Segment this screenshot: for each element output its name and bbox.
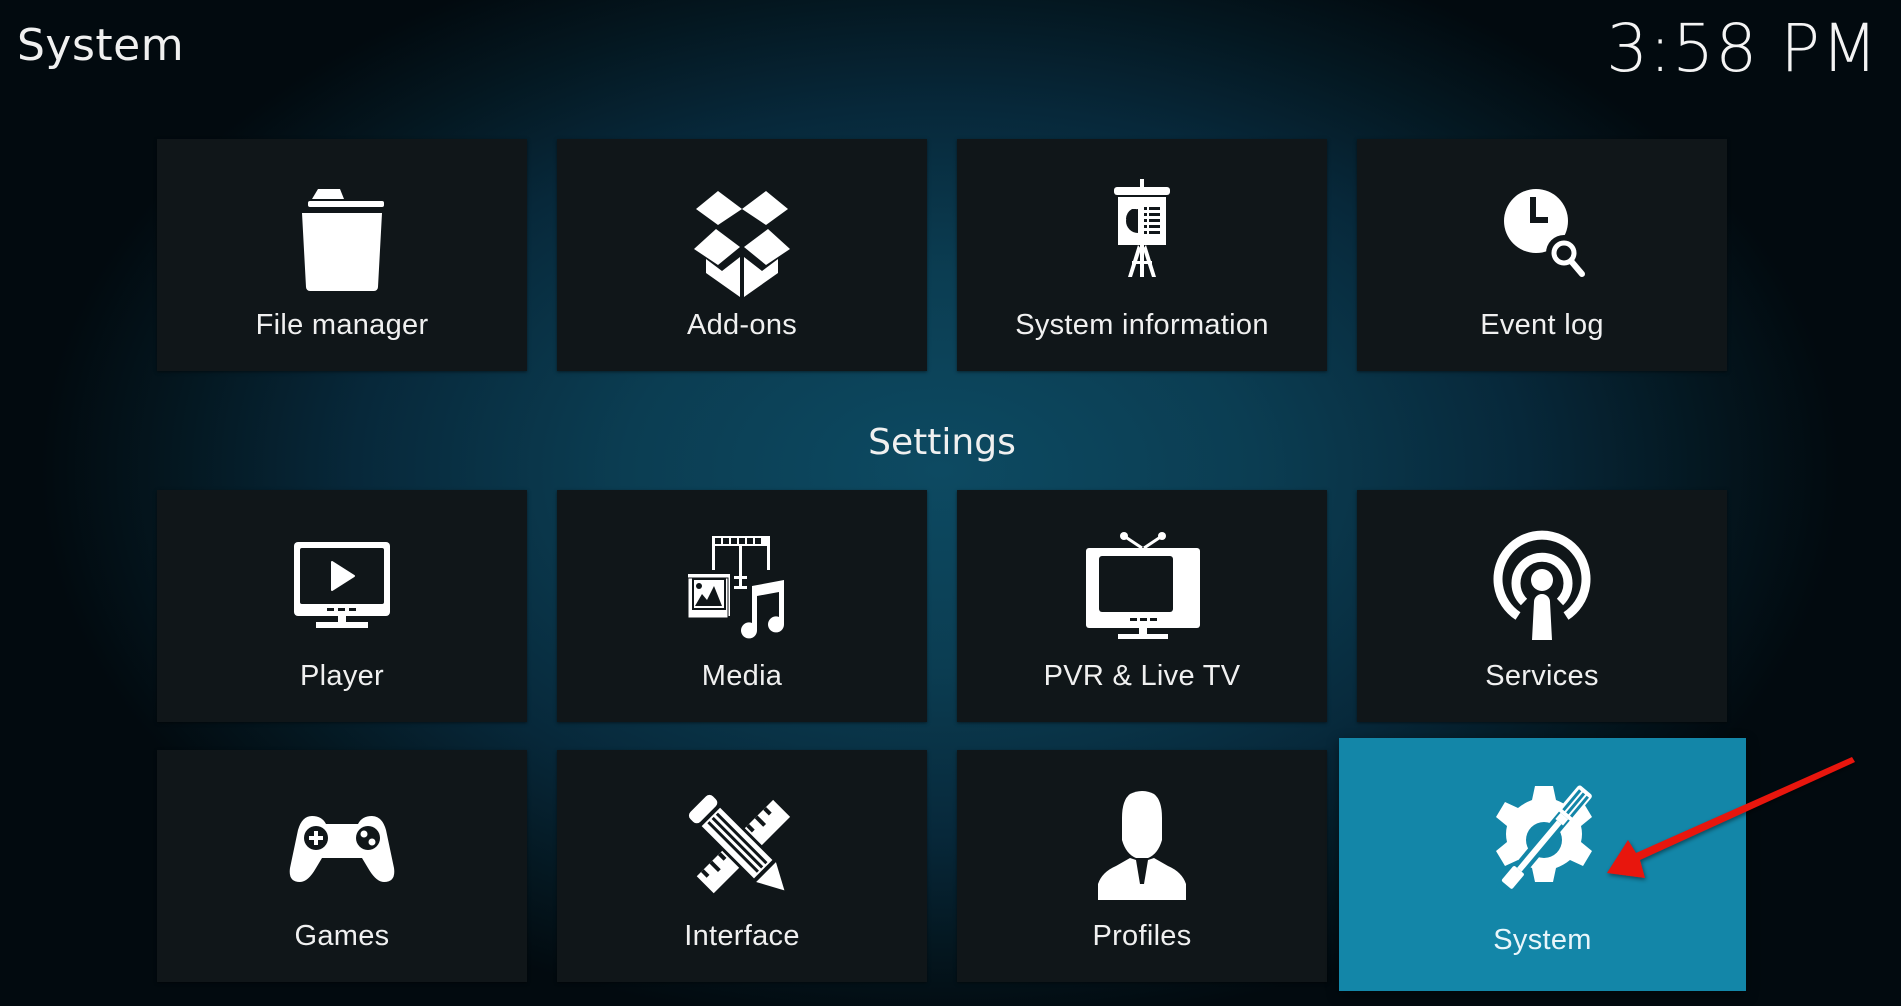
tile-interface[interactable]: Interface xyxy=(557,750,927,982)
tile-label: PVR & Live TV xyxy=(1043,660,1241,692)
tile-player[interactable]: Player xyxy=(157,490,527,722)
tile-label: Services xyxy=(1485,660,1599,692)
tile-label: Games xyxy=(294,920,390,952)
tile-label: System information xyxy=(1015,309,1269,341)
tile-services[interactable]: Services xyxy=(1357,490,1727,722)
clock: 3:58 PM xyxy=(1606,10,1879,87)
user-silhouette-icon xyxy=(1072,788,1212,908)
tile-label: Event log xyxy=(1480,309,1604,341)
settings-section-title: Settings xyxy=(868,422,1016,463)
tile-label: Media xyxy=(701,660,783,692)
open-box-icon xyxy=(672,177,812,297)
tile-label: File manager xyxy=(255,309,429,341)
header-title: System xyxy=(17,20,185,71)
tile-label: Player xyxy=(300,660,384,692)
tile-add-ons[interactable]: Add-ons xyxy=(557,139,927,371)
tile-system-information[interactable]: System information xyxy=(957,139,1327,371)
tile-label: Interface xyxy=(684,920,800,952)
gear-screwdriver-icon xyxy=(1473,780,1613,900)
pencil-ruler-icon xyxy=(672,788,812,908)
tile-system[interactable]: System xyxy=(1339,738,1746,991)
tile-event-log[interactable]: Event log xyxy=(1357,139,1727,371)
tile-profiles[interactable]: Profiles xyxy=(957,750,1327,982)
tile-label: System xyxy=(1493,924,1592,956)
tile-label: Add-ons xyxy=(686,309,798,341)
gamepad-icon xyxy=(272,788,412,908)
tile-pvr-live-tv[interactable]: PVR & Live TV xyxy=(957,490,1327,722)
monitor-play-icon xyxy=(272,528,412,648)
broadcast-person-icon xyxy=(1472,528,1612,648)
tile-file-manager[interactable]: File manager xyxy=(157,139,527,371)
clock-search-icon xyxy=(1472,177,1612,297)
presentation-board-icon xyxy=(1072,177,1212,297)
media-film-photo-music-icon xyxy=(672,528,812,648)
tile-media[interactable]: Media xyxy=(557,490,927,722)
tile-label: Profiles xyxy=(1092,920,1192,952)
tv-antenna-icon xyxy=(1072,528,1212,648)
tile-games[interactable]: Games xyxy=(157,750,527,982)
folder-icon xyxy=(272,177,412,297)
